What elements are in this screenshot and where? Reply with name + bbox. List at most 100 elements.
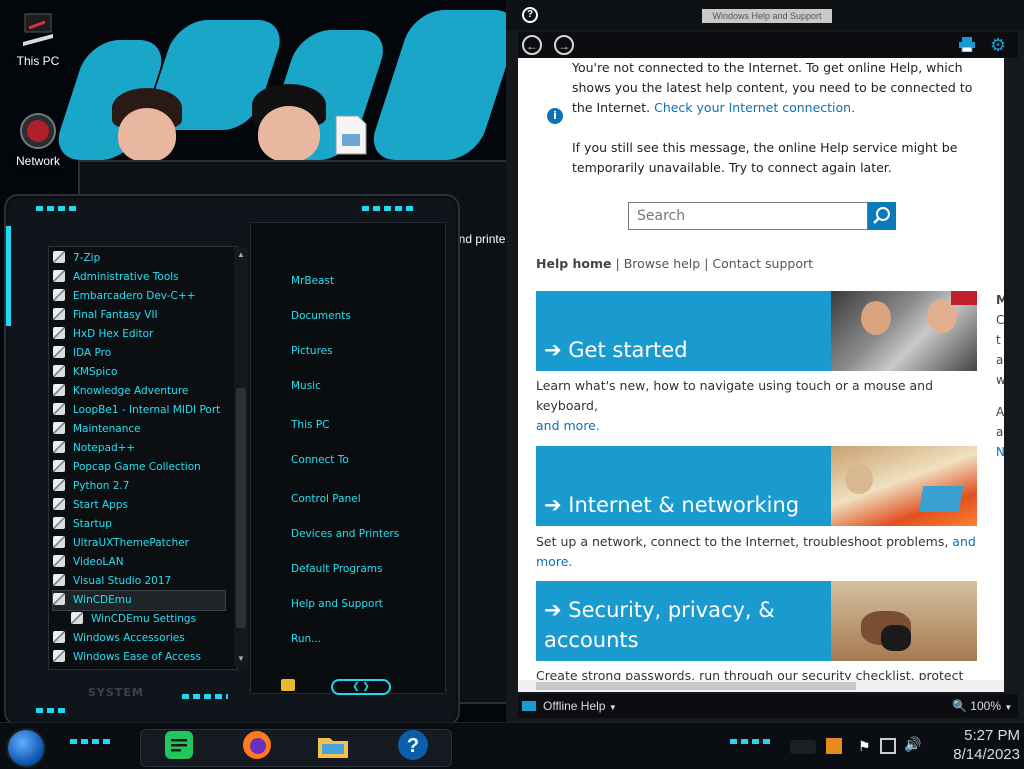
tile-get-started[interactable]: ➔ Get started <box>536 291 832 371</box>
print-icon[interactable] <box>959 37 975 53</box>
start-place-item[interactable]: Pictures <box>291 345 333 357</box>
and-more-link[interactable]: and more. <box>536 418 600 433</box>
help-home-link[interactable]: Help home <box>536 256 612 271</box>
tile-internet-networking[interactable]: ➔ Internet & networking <box>536 446 832 526</box>
clock-time: 5:27 PM <box>964 727 1020 744</box>
programs-scrollbar[interactable]: ▲ ▼ <box>234 248 248 666</box>
program-item[interactable]: HxD Hex Editor <box>53 325 225 344</box>
program-item[interactable]: Administrative Tools <box>53 268 225 287</box>
program-item[interactable]: Final Fantasy VII <box>53 306 225 325</box>
program-item[interactable]: KMSpico <box>53 363 225 382</box>
program-label: VideoLAN <box>73 556 124 568</box>
start-place-item[interactable]: Connect To <box>291 454 349 466</box>
start-button[interactable] <box>8 730 44 766</box>
decorative-light <box>730 739 770 744</box>
start-place-item[interactable]: This PC <box>291 419 329 431</box>
contact-support-link[interactable]: Contact support <box>712 256 813 271</box>
program-item[interactable]: LoopBe1 - Internal MIDI Port <box>53 401 225 420</box>
document-icon[interactable] <box>334 114 368 156</box>
help-titlebar[interactable]: ? Windows Help and Support <box>506 0 1024 30</box>
action-center-flag-icon[interactable]: ⚑ <box>858 738 871 755</box>
program-label: Notepad++ <box>73 442 136 454</box>
search-button[interactable] <box>868 202 896 230</box>
notes-app-icon[interactable] <box>162 728 196 762</box>
start-place-item[interactable]: Documents <box>291 310 351 322</box>
program-item[interactable]: Maintenance <box>53 420 225 439</box>
program-label: HxD Hex Editor <box>73 328 154 340</box>
program-item[interactable]: Python 2.7 <box>53 477 225 496</box>
wallpaper-character <box>258 106 320 162</box>
volume-icon[interactable]: 🔊 <box>904 736 921 753</box>
program-item[interactable]: VideoLAN <box>53 553 225 572</box>
desktop-icon-this-pc[interactable]: This PC <box>8 12 68 68</box>
file-explorer-icon[interactable] <box>316 728 350 762</box>
zoom-control[interactable]: 🔍 100% ▼ <box>952 699 1012 713</box>
start-place-item[interactable]: Control Panel <box>291 493 361 505</box>
help-window: ? Windows Help and Support ← → ⚙ i You'r… <box>506 0 1024 722</box>
program-item[interactable]: Start Apps <box>53 496 225 515</box>
desktop-icon-network[interactable]: Network <box>8 112 68 168</box>
settings-gear-icon[interactable]: ⚙ <box>990 36 1008 54</box>
start-place-item[interactable]: Help and Support <box>291 598 383 610</box>
program-item[interactable]: Startup <box>53 515 225 534</box>
system-label: SYSTEM <box>88 686 144 699</box>
program-label: Maintenance <box>73 423 141 435</box>
horizontal-scrollbar[interactable] <box>518 680 1004 692</box>
start-place-item[interactable]: Run... <box>291 633 321 645</box>
navigation-arrows-icon[interactable]: ❮ ❯ <box>331 679 391 695</box>
window-partial-text: and printe <box>452 232 506 246</box>
scroll-down-arrow-icon[interactable]: ▼ <box>236 654 246 664</box>
help-content: i You're not connected to the Internet. … <box>518 58 1004 680</box>
tray-app-icon[interactable] <box>826 738 842 754</box>
tray-expand-icon[interactable] <box>790 740 816 754</box>
folder-icon <box>53 650 65 662</box>
offline-help-dropdown[interactable]: Offline Help ▼ <box>543 699 617 713</box>
taskbar-clock[interactable]: 5:27 PM 8/14/2023 <box>930 726 1020 764</box>
help-search-input[interactable]: Search <box>628 202 868 230</box>
firefox-icon[interactable] <box>240 728 274 762</box>
fragment: A <box>996 405 1004 419</box>
tile-security-privacy[interactable]: ➔ Security, privacy, & accounts <box>536 581 832 661</box>
programs-list[interactable]: 7-Zip Administrative Tools Embarcadero Dev… <box>48 246 238 670</box>
program-item[interactable]: Visual Studio 2017 <box>53 572 225 591</box>
folder-icon <box>53 441 65 453</box>
start-menu-places: MrBeast Documents Pictures Music This PC Conn… <box>250 222 446 695</box>
power-icon[interactable] <box>281 679 295 691</box>
scrollbar-thumb[interactable] <box>236 388 246 628</box>
start-place-item[interactable]: Music <box>291 380 321 392</box>
program-item[interactable]: WinCDEmu Settings <box>71 610 237 629</box>
tile-desc: Learn what's new, how to navigate using … <box>536 376 986 436</box>
help-app-icon[interactable]: ? <box>396 728 430 762</box>
program-item[interactable]: 7-Zip <box>53 249 225 268</box>
program-item[interactable]: Windows Ease of Access <box>53 648 225 667</box>
program-item[interactable]: UltraUXThemePatcher <box>53 534 225 553</box>
offline-message: You're not connected to the Internet. To… <box>572 58 982 118</box>
program-label: Windows Accessories <box>73 632 185 644</box>
program-item[interactable]: Embarcadero Dev-C++ <box>53 287 225 306</box>
folder-icon <box>53 403 65 415</box>
program-item[interactable]: Windows Accessories <box>53 629 225 648</box>
program-item[interactable]: Popcap Game Collection <box>53 458 225 477</box>
browse-help-link[interactable]: Browse help <box>624 256 701 271</box>
scrollbar-thumb[interactable] <box>536 682 856 690</box>
start-place-item[interactable]: Devices and Printers <box>291 528 399 540</box>
help-icon: ? <box>522 7 538 23</box>
folder-icon <box>53 384 65 396</box>
start-place-item[interactable]: Default Programs <box>291 563 382 575</box>
program-item[interactable]: Notepad++ <box>53 439 225 458</box>
forward-button[interactable]: → <box>554 35 574 55</box>
app-shortcut-icon <box>71 612 83 624</box>
scroll-up-arrow-icon[interactable]: ▲ <box>236 250 246 260</box>
tile-image-hand-mouse <box>831 581 977 661</box>
desktop-icon-label: This PC <box>16 54 60 68</box>
network-tray-icon[interactable] <box>880 738 896 754</box>
program-item[interactable]: IDA Pro <box>53 344 225 363</box>
fragment: C <box>996 313 1004 327</box>
back-button[interactable]: ← <box>522 35 542 55</box>
program-item[interactable]: Knowledge Adventure <box>53 382 225 401</box>
program-label: Start Apps <box>73 499 128 511</box>
program-item[interactable]: WinCDEmu <box>52 590 226 611</box>
check-connection-link[interactable]: Check your Internet connection. <box>654 100 855 115</box>
program-label: Embarcadero Dev-C++ <box>73 290 196 302</box>
start-place-item[interactable]: MrBeast <box>291 275 334 287</box>
